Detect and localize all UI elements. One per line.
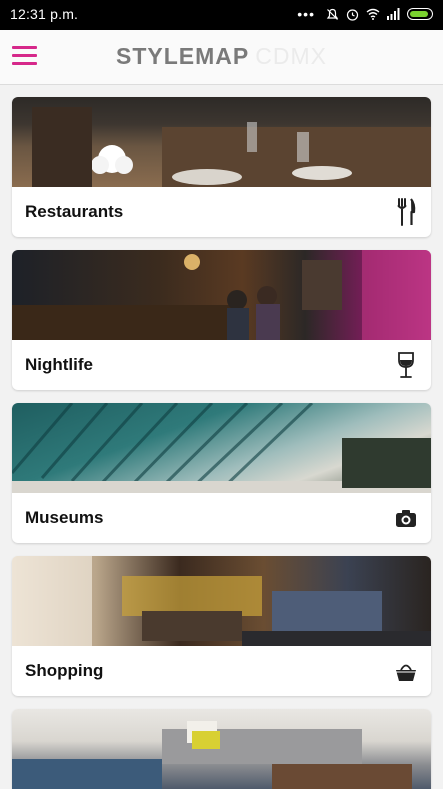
app-title: STYLEMAP CDMX: [0, 43, 443, 70]
wifi-icon: [366, 8, 380, 20]
signal-icon: [387, 8, 400, 20]
category-card-design[interactable]: [12, 709, 431, 789]
design-photo: [12, 709, 431, 789]
category-card-nightlife[interactable]: Nightlife: [12, 250, 431, 390]
shopping-basket-icon: [396, 664, 416, 681]
category-list: Restaurants Nightlife Museums Shopping: [12, 97, 431, 789]
category-label: Museums: [25, 508, 104, 527]
nightlife-photo: [12, 250, 431, 340]
status-icons: •••: [297, 7, 433, 21]
brand-sub: CDMX: [255, 43, 327, 69]
category-label: Restaurants: [25, 202, 124, 221]
mute-icon: [326, 8, 339, 20]
camera-icon: [396, 510, 416, 527]
brand-main: STYLEMAP: [116, 43, 250, 69]
status-time: 12:31 p.m.: [10, 6, 79, 22]
shopping-photo: [12, 556, 431, 646]
category-card-restaurants[interactable]: Restaurants: [12, 97, 431, 237]
restaurants-photo: [12, 97, 431, 187]
category-card-museums[interactable]: Museums: [12, 403, 431, 543]
fork-knife-icon: [397, 198, 416, 226]
category-label: Nightlife: [25, 355, 93, 374]
alarm-icon: [346, 8, 359, 21]
battery-icon: [407, 8, 433, 20]
museums-photo: [12, 403, 431, 493]
wine-glass-icon: [398, 352, 414, 378]
overflow-dots-icon: •••: [297, 6, 315, 22]
category-card-shopping[interactable]: Shopping: [12, 556, 431, 696]
app-bar: STYLEMAP CDMX: [0, 30, 443, 85]
category-label: Shopping: [25, 661, 104, 680]
status-bar: 12:31 p.m. •••: [0, 0, 443, 30]
